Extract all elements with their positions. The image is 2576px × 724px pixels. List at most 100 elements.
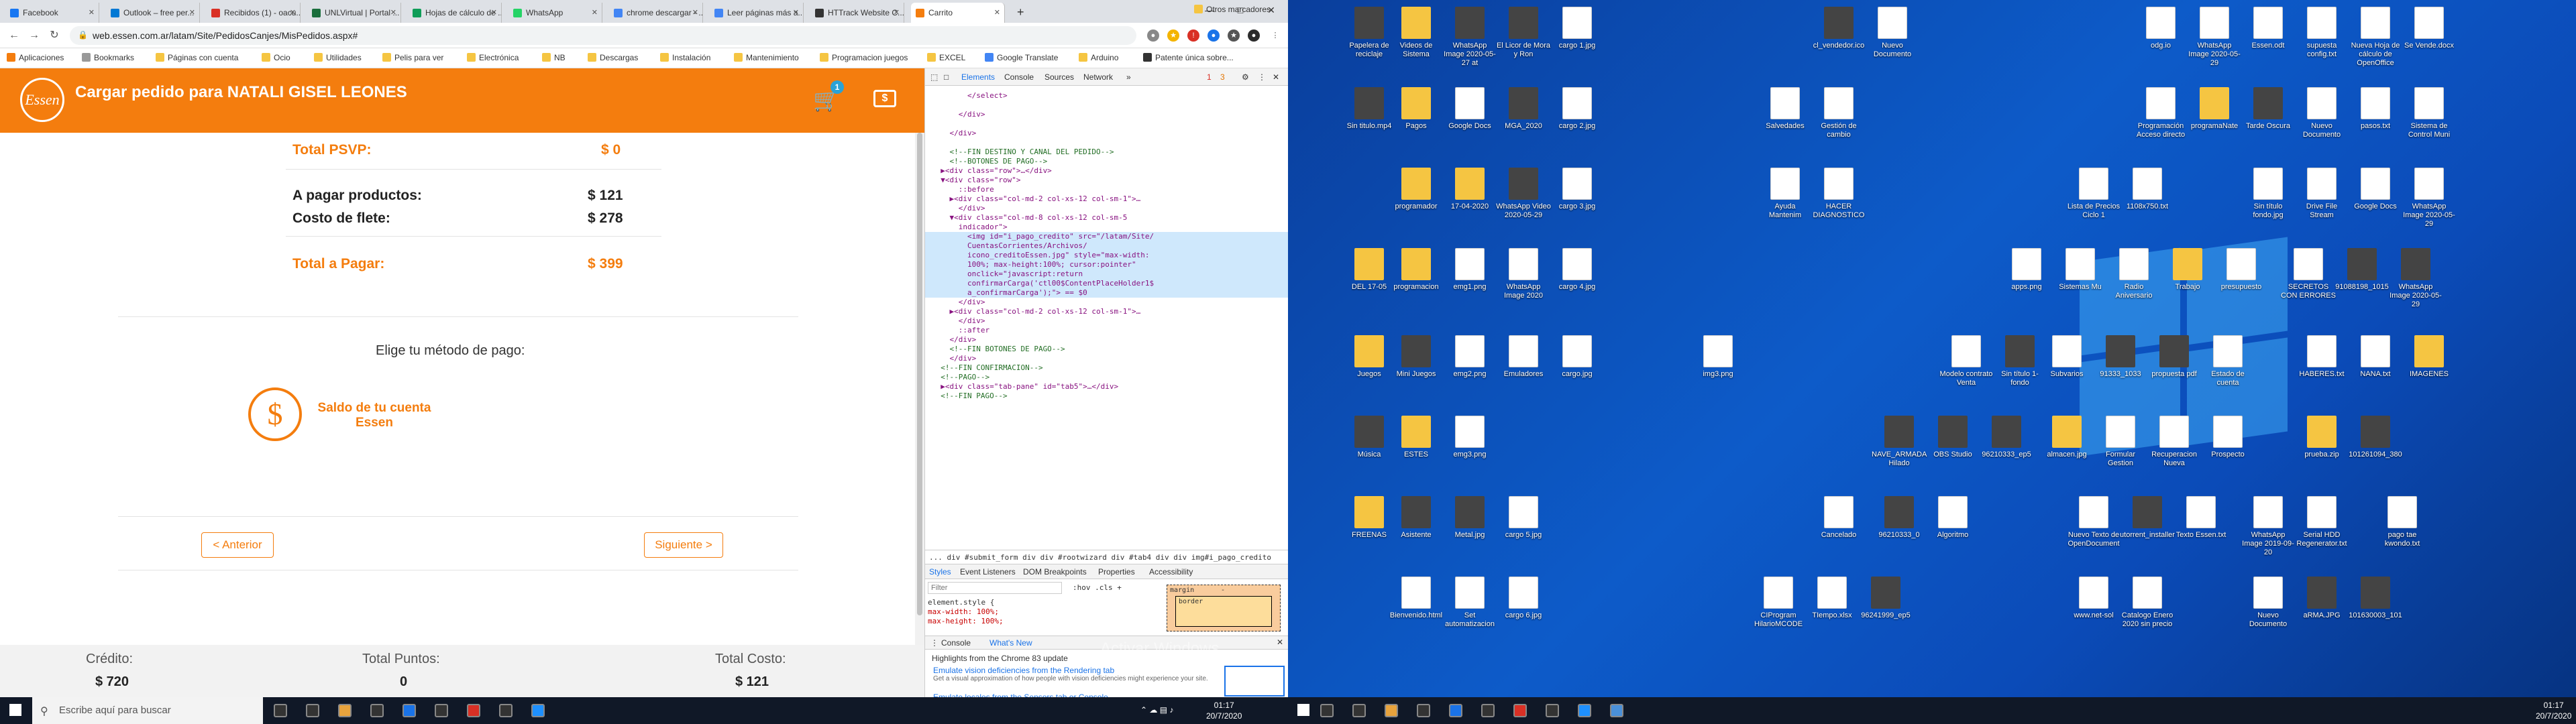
drawer-tab-console[interactable]: Console — [941, 638, 971, 648]
desktop-icon[interactable]: HABERES.txt — [2294, 335, 2349, 379]
desktop-icon[interactable]: cl_vendedor.ico — [1811, 7, 1866, 50]
desktop-icon[interactable]: Algoritmo — [1925, 496, 1980, 540]
desktop-icon[interactable]: 1108x750.txt — [2120, 168, 2175, 211]
code-line[interactable]: ▼<div class="col-md-8 col-xs-12 col-sm-5 — [932, 213, 1127, 223]
bookmark-item[interactable]: Electrónica — [467, 53, 519, 62]
desktop-icon[interactable]: Gestión de cambio — [1811, 87, 1866, 139]
desktop-icon[interactable]: Google Docs — [2348, 168, 2403, 211]
desktop-icon[interactable]: Nuevo Documento — [2241, 577, 2296, 629]
desktop-icon[interactable]: emg3.png — [1442, 416, 1497, 459]
bookmark-item[interactable]: Ocio — [262, 53, 290, 62]
desktop-icon[interactable]: Videos de Sistema — [1389, 7, 1444, 59]
anterior-button[interactable]: < Anterior — [201, 532, 274, 558]
cart-icon[interactable]: 🛒 1 — [813, 80, 844, 113]
obs-icon[interactable] — [1578, 704, 1591, 717]
code-line[interactable]: ▶<div class="tab-pane" id="tab5">…</div> — [932, 382, 1118, 391]
code-line[interactable]: </div> — [932, 129, 976, 138]
desktop-icon[interactable]: Programación Acceso directo — [2133, 87, 2188, 139]
terminal-icon[interactable] — [1513, 704, 1527, 717]
extension-icon[interactable]: ● — [1208, 29, 1220, 42]
system-tray[interactable]: ⌃ ☁ ▤ ♪ — [1140, 705, 1198, 716]
desktop-icon[interactable]: cargo 3.jpg — [1550, 168, 1605, 211]
file-explorer-icon[interactable] — [1385, 704, 1398, 717]
desktop-icon[interactable]: Radio Aniversario — [2106, 248, 2161, 300]
desktop-icon[interactable]: HACER DIAGNOSTICO — [1811, 168, 1866, 220]
desktop-icon[interactable]: Modelo contrato Venta — [1939, 335, 1994, 387]
desktop-icon[interactable]: Google Docs — [1442, 87, 1497, 131]
bookmark-item[interactable]: EXCEL — [927, 53, 965, 62]
drawer-menu-icon[interactable]: ⋮ — [930, 638, 938, 648]
scrollbar-thumb[interactable] — [917, 133, 922, 615]
code-line[interactable]: 100%; max-height:100%; cursor:pointer" — [932, 260, 1136, 269]
store-icon[interactable] — [1449, 704, 1462, 717]
code-line[interactable]: </select> — [932, 91, 1008, 101]
code-line[interactable]: icono_creditoEssen.jpg" style="max-width… — [932, 251, 1150, 260]
dom-breadcrumb[interactable]: ... div #submit_form div div #rootwizard… — [925, 550, 1288, 564]
code-line[interactable]: ▶<div class="col-md-2 col-xs-12 col-sm-1… — [932, 307, 1140, 316]
browser-tab[interactable]: Carrito ✕ — [911, 3, 1005, 23]
desktop-icon[interactable]: emg2.png — [1442, 335, 1497, 379]
elements-tree[interactable]: </select> </div> </div> <!--FIN DESTINO … — [925, 87, 1288, 550]
settings-gear-icon[interactable]: ⚙ — [1242, 72, 1249, 82]
desktop-icon[interactable]: Recuperacion Nueva — [2147, 416, 2202, 468]
desktop-icon[interactable]: supuesta config.txt — [2294, 7, 2349, 59]
desktop-icon[interactable]: WhatsApp Image 2020-05-29 — [2187, 7, 2242, 68]
desktop-icon[interactable]: Serial HDD Regenerator.txt — [2294, 496, 2349, 548]
close-icon[interactable]: ✕ — [1277, 638, 1283, 647]
desktop-icon[interactable]: Se Vende.docx — [2402, 7, 2457, 50]
desktop-icon[interactable]: WhatsApp Image 2020-05-29 — [2402, 168, 2457, 229]
desktop-icon[interactable]: cargo 2.jpg — [1550, 87, 1605, 131]
desktop-icon[interactable]: NANA.txt — [2348, 335, 2403, 379]
drawer-tab-whats-new[interactable]: What's New — [989, 638, 1032, 648]
desktop-icon[interactable]: Mini Juegos — [1389, 335, 1444, 379]
browser-tab[interactable]: HTTrack Website C... ✕ — [810, 3, 904, 23]
desktop-icon[interactable]: pago tae kwondo.txt — [2375, 496, 2430, 548]
code-line[interactable]: a_confirmarCarga');"> == $0 — [932, 288, 1087, 298]
code-line[interactable]: ::after — [932, 326, 989, 335]
news-title-link[interactable]: Emulate vision deficiencies from the Ren… — [933, 666, 1218, 675]
desktop-icon[interactable]: 96210333_0 — [1872, 496, 1927, 540]
desktop-icon[interactable]: emg1.png — [1442, 248, 1497, 292]
desktop-icon[interactable]: cargo 4.jpg — [1550, 248, 1605, 292]
bookmark-item[interactable]: Instalación — [660, 53, 710, 62]
bookmark-item[interactable]: Utilidades — [314, 53, 362, 62]
desktop-icon[interactable]: 91333_1033 — [2093, 335, 2148, 379]
bookmark-item[interactable]: Google Translate — [985, 53, 1058, 62]
desktop-icon[interactable]: SECRETOS CON ERRORES — [2281, 248, 2336, 300]
tab-close-icon[interactable]: ✕ — [592, 8, 598, 17]
browser-tab[interactable]: Hojas de cálculo de ... ✕ — [408, 3, 502, 23]
desktop-icon[interactable]: Sin título fondo.jpg — [2241, 168, 2296, 220]
desktop-icon[interactable]: CIProgram HilarioMCODE — [1751, 577, 1806, 629]
desktop-icon[interactable]: img3.png — [1690, 335, 1746, 379]
desktop-icon[interactable]: Tarde Oscura — [2241, 87, 2296, 131]
bookmark-item[interactable]: Páginas con cuenta — [156, 53, 238, 62]
money-icon[interactable]: $ — [873, 90, 896, 107]
browser-tab[interactable]: chrome descargar - ... ✕ — [609, 3, 703, 23]
desktop-icon[interactable]: Texto Essen.txt — [2174, 496, 2229, 540]
bookmark-item[interactable]: Patente única sobre... — [1143, 53, 1234, 62]
desktop-icon[interactable]: WhatsApp Image 2019-09-20 — [2241, 496, 2296, 557]
code-line[interactable]: ▶<div class="col-md-2 col-xs-12 col-sm-1… — [932, 194, 1140, 204]
desktop-icon[interactable]: utorrent_installer — [2120, 496, 2175, 540]
bookmark-item[interactable]: Pelis para ver — [382, 53, 443, 62]
desktop-icon[interactable]: Sistema de Control Muni — [2402, 87, 2457, 139]
steam-icon[interactable] — [531, 704, 545, 717]
desktop-icon[interactable]: presupuesto — [2214, 248, 2269, 292]
code-line[interactable]: </div> — [932, 204, 985, 213]
desktop-icon[interactable]: Drive File Stream — [2294, 168, 2349, 220]
desktop-icon[interactable]: cargo 6.jpg — [1496, 577, 1551, 620]
tab-close-icon[interactable]: ✕ — [692, 8, 698, 17]
zoom-icon[interactable]: ● — [1147, 29, 1159, 42]
task-view-icon[interactable] — [274, 704, 287, 717]
code-line[interactable]: <!--FIN BOTONES DE PAGO--> — [932, 345, 1065, 354]
browser-tab[interactable]: Leer páginas más a... ✕ — [710, 3, 804, 23]
vscode-icon[interactable] — [1481, 704, 1495, 717]
device-toggle-icon[interactable]: □ — [944, 72, 949, 82]
desktop-icon[interactable]: WhatsApp Image 2020-05-27 at — [1442, 7, 1497, 68]
forward-icon[interactable]: → — [27, 28, 42, 43]
desktop-icon[interactable]: programador — [1389, 168, 1444, 211]
code-line[interactable]: <img id="i_pago_credito" src="/latam/Sit… — [932, 232, 1154, 241]
tab-close-icon[interactable]: ✕ — [793, 8, 799, 17]
saldo-cuenta-icon[interactable]: $ — [248, 387, 302, 441]
desktop-icon[interactable]: Formular Gestion — [2093, 416, 2148, 468]
